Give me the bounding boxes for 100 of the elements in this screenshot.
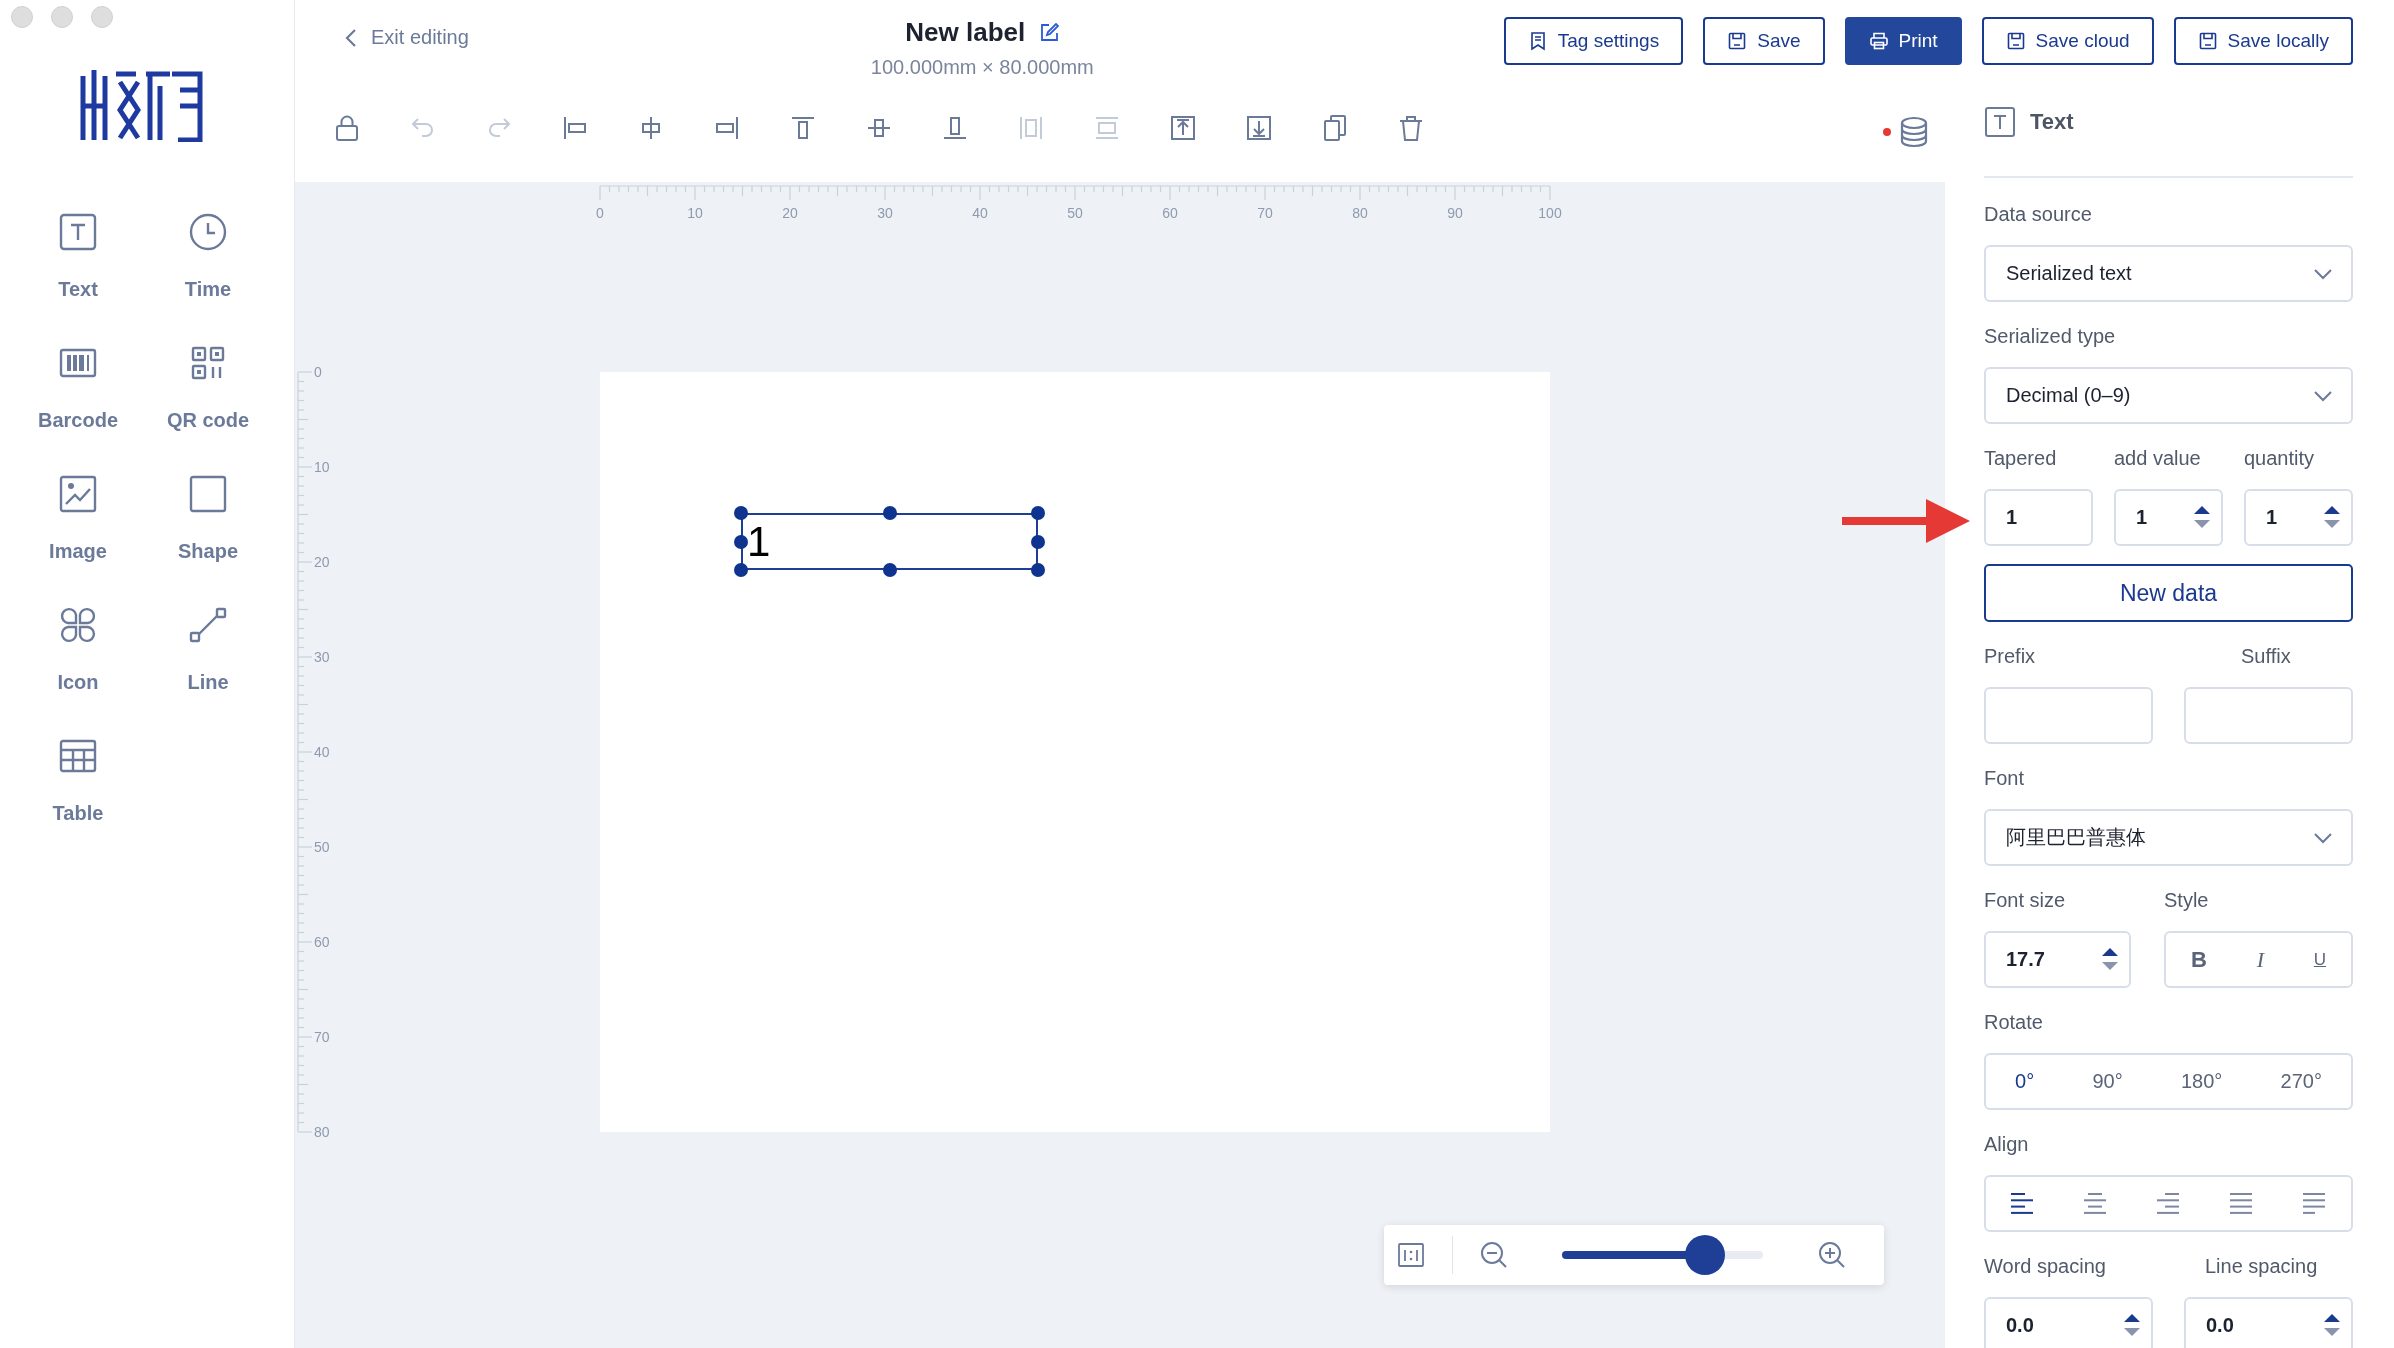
field-label: Suffix bbox=[2240, 644, 2292, 668]
rotate-option[interactable]: 270° bbox=[2274, 1066, 2328, 1097]
ruler-label: 0 bbox=[314, 367, 322, 380]
stepper-icon[interactable] bbox=[2323, 503, 2341, 531]
slider-thumb[interactable] bbox=[1684, 1235, 1725, 1275]
tool-button[interactable]: Table bbox=[13, 736, 143, 867]
zoom-slider[interactable] bbox=[1562, 1235, 1763, 1275]
label-dimensions: 100.000mm × 80.000mm bbox=[870, 56, 1094, 79]
ruler-label: 30 bbox=[877, 205, 893, 221]
align-justify-left-icon[interactable] bbox=[2303, 1192, 2326, 1215]
canvas-text: 1 bbox=[747, 517, 771, 567]
ruler-label: 40 bbox=[972, 205, 988, 221]
panel-title: Text bbox=[2030, 108, 2074, 136]
edit-icon[interactable] bbox=[1039, 22, 1060, 43]
field-label: Serialized type bbox=[1984, 324, 2117, 348]
ruler-label: 80 bbox=[314, 1124, 330, 1140]
number-input[interactable]: 1 bbox=[2114, 489, 2223, 546]
field-label: Rotate bbox=[1984, 1010, 2044, 1034]
number-input[interactable]: 1 bbox=[1984, 489, 2093, 546]
ruler-label: 40 bbox=[314, 744, 330, 760]
field-label: Word spacing bbox=[1984, 1254, 2107, 1278]
tool-button[interactable]: Time bbox=[143, 212, 273, 343]
label-title: New label bbox=[905, 17, 1026, 48]
data-source-dropdown[interactable]: Serialized text bbox=[1984, 245, 2353, 302]
square-icon bbox=[188, 474, 228, 514]
database-icon[interactable] bbox=[1899, 116, 1929, 148]
ruler-label: 10 bbox=[687, 205, 703, 221]
chevron-down-icon bbox=[2313, 267, 2333, 280]
clock-icon bbox=[188, 212, 228, 252]
selection-frame[interactable] bbox=[733, 505, 1046, 578]
tool-button[interactable]: QR code bbox=[143, 343, 273, 474]
number-input[interactable]: 1 bbox=[2244, 489, 2353, 546]
tool-button[interactable]: Text bbox=[13, 212, 143, 343]
ruler-label: 100 bbox=[1538, 205, 1562, 221]
rotate-option[interactable]: 90° bbox=[2086, 1066, 2129, 1097]
ruler-label: 70 bbox=[1257, 205, 1273, 221]
field-label: Line spacing bbox=[2204, 1254, 2319, 1278]
field-label: Font size bbox=[1984, 888, 2067, 912]
ruler-label: 90 bbox=[1447, 205, 1463, 221]
stepper-icon[interactable] bbox=[2193, 503, 2211, 531]
four-petal-icon bbox=[58, 605, 98, 645]
rotate-option[interactable]: 180° bbox=[2174, 1066, 2229, 1097]
zoom-in-icon[interactable] bbox=[1817, 1240, 1847, 1270]
ruler-label: 20 bbox=[782, 205, 798, 221]
new-data-button[interactable]: New data bbox=[1984, 564, 2353, 622]
font-dropdown[interactable]: 阿里巴巴普惠体 bbox=[1984, 809, 2353, 866]
ruler-label: 60 bbox=[314, 934, 330, 950]
field-label: Data source bbox=[1984, 202, 2093, 226]
header-button[interactable]: Save cloud bbox=[1981, 17, 2154, 65]
tool-button[interactable]: Line bbox=[143, 605, 273, 736]
suffix-input[interactable] bbox=[2184, 687, 2353, 744]
exit-editing-link[interactable]: Exit editing bbox=[345, 26, 469, 49]
ruler-label: 0 bbox=[596, 205, 604, 221]
header-button[interactable]: Tag settings bbox=[1503, 17, 1684, 65]
ruler-label: 60 bbox=[1162, 205, 1178, 221]
rotate-option[interactable]: 0° bbox=[2009, 1066, 2041, 1097]
text-box-icon bbox=[1984, 106, 2016, 138]
font-size-input[interactable]: 17.7 bbox=[1984, 931, 2131, 988]
serialized-type-dropdown[interactable]: Decimal (0–9) bbox=[1984, 367, 2353, 424]
ruler-label: 70 bbox=[314, 1029, 330, 1045]
field-label: Tapered bbox=[1984, 446, 2058, 470]
header-button[interactable]: Save locally bbox=[2173, 17, 2353, 65]
prefix-input[interactable] bbox=[1984, 687, 2153, 744]
ruler-label: 20 bbox=[314, 554, 330, 570]
zoom-out-icon[interactable] bbox=[1479, 1240, 1509, 1270]
align-right-icon[interactable] bbox=[2157, 1192, 2180, 1215]
ruler-label: 80 bbox=[1352, 205, 1368, 221]
chevron-down-icon bbox=[2313, 831, 2333, 844]
field-label: Align bbox=[1984, 1132, 2030, 1156]
ruler-label: 50 bbox=[314, 839, 330, 855]
tool-button[interactable]: Icon bbox=[13, 605, 143, 736]
ruler-label: 30 bbox=[314, 649, 330, 665]
printer-icon bbox=[1868, 31, 1889, 51]
italic-button[interactable]: I bbox=[2250, 942, 2270, 977]
align-center-icon[interactable] bbox=[2084, 1192, 2107, 1215]
underline-button[interactable]: U bbox=[2307, 945, 2333, 974]
line-spacing-input[interactable]: 0.0 bbox=[2184, 1297, 2353, 1348]
word-spacing-input[interactable]: 0.0 bbox=[1984, 1297, 2153, 1348]
tool-button[interactable]: Shape bbox=[143, 474, 273, 605]
chevron-down-icon bbox=[2313, 389, 2333, 402]
actual-size-icon[interactable] bbox=[1396, 1240, 1426, 1270]
header-button[interactable]: Print bbox=[1844, 17, 1962, 65]
header-button[interactable]: Save bbox=[1703, 17, 1825, 65]
tool-button[interactable]: Barcode bbox=[13, 343, 143, 474]
chevron-left-icon bbox=[345, 27, 357, 48]
text-box-icon bbox=[58, 212, 98, 252]
tool-button[interactable]: Image bbox=[13, 474, 143, 605]
align-justify-icon[interactable] bbox=[2230, 1192, 2253, 1215]
stepper-icon[interactable] bbox=[2101, 945, 2119, 973]
bold-button[interactable]: B bbox=[2184, 942, 2213, 977]
field-label: Style bbox=[2164, 888, 2210, 912]
line-icon bbox=[188, 605, 228, 645]
field-label: Prefix bbox=[1984, 644, 2037, 668]
ruler-label: 50 bbox=[1067, 205, 1083, 221]
field-label: add value bbox=[2114, 446, 2202, 470]
field-label: Font bbox=[1984, 766, 2026, 790]
stepper-icon[interactable] bbox=[2323, 1311, 2341, 1339]
ruler-label: 10 bbox=[314, 459, 330, 475]
align-left-icon[interactable] bbox=[2011, 1192, 2034, 1215]
stepper-icon[interactable] bbox=[2123, 1311, 2141, 1339]
